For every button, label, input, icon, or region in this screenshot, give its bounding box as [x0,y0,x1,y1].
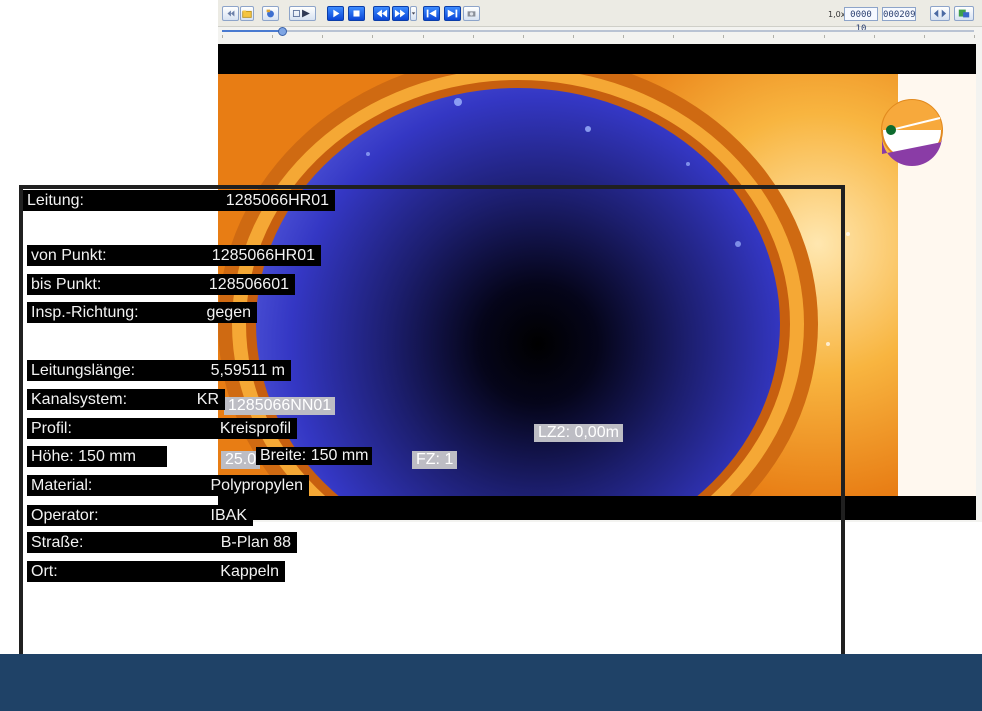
seek-bar[interactable] [222,27,975,38]
leitungslaenge-value: 5,59511 m [183,360,291,381]
seek-tick [873,35,875,38]
profil-value: Kreisprofil [187,418,297,439]
play-icon[interactable] [327,6,344,21]
fast-forward-icon[interactable] [392,6,409,21]
info-row-bis-punkt: bis Punkt: 128506601 [27,274,295,295]
strasse-value: B-Plan 88 [177,532,297,553]
leitung-label: Leitung: [23,190,179,211]
seek-tick [623,35,625,38]
material-label: Material: [27,475,187,496]
info-row-profil: Profil: Kreisprofil [27,418,297,439]
seek-tick [222,35,223,38]
rewind-icon[interactable] [222,6,239,21]
info-row-strasse: Straße: B-Plan 88 [27,532,297,553]
stop-icon[interactable] [348,6,365,21]
snapshot-icon[interactable] [463,6,480,21]
kanalsystem-value: KR [183,389,225,410]
skip-start-icon[interactable] [423,6,440,21]
leitung-value: 1285066HR01 [179,190,335,211]
seek-tick [773,35,775,38]
info-row-leitung: Leitung: 1285066HR01 [23,190,335,211]
strasse-label: Straße: [27,532,177,553]
info-row-insp-richtung: Insp.-Richtung: gegen [27,302,257,323]
record-mode-icon[interactable] [289,6,316,21]
profil-label: Profil: [27,418,187,439]
skip-end-icon[interactable] [444,6,461,21]
info-row-leitungslaenge: Leitungslänge: 5,59511 m [27,360,291,381]
operator-value: IBAK [187,505,253,526]
von-punkt-label: von Punkt: [27,245,177,266]
seek-tick [974,35,975,38]
footer-band [0,654,982,711]
info-row-ort: Ort: Kappeln [27,561,285,582]
seek-handle[interactable] [278,27,288,36]
player-toolbar: 1,0x 0000 10 000209 [218,0,982,34]
seek-tick [673,35,675,38]
info-row-kanalsystem: Kanalsystem: KR [27,389,225,410]
bis-punkt-label: bis Punkt: [27,274,177,295]
seek-tick [572,35,574,38]
seek-tick [522,35,524,38]
insp-richtung-value: gegen [187,302,257,323]
info-row-operator: Operator: IBAK [27,505,253,526]
camera-icon[interactable] [262,6,279,21]
leitungslaenge-label: Leitungslänge: [27,360,183,381]
playback-speed: 1,0x [828,10,846,19]
seek-tick [422,35,424,38]
seek-tick [322,35,324,38]
von-punkt-value: 1285066HR01 [177,245,321,266]
ort-value: Kappeln [201,561,285,582]
folder-icon[interactable] [240,6,254,21]
operator-label: Operator: [27,505,187,526]
bis-punkt-value: 128506601 [177,274,295,295]
export-icon[interactable] [954,6,974,21]
speed-dropdown-icon[interactable] [410,6,417,21]
frame-counter-b: 000209 [882,7,916,21]
seek-tick [923,35,925,38]
seek-tick [472,35,474,38]
material-value: Polypropylen [187,475,309,496]
kanalsystem-label: Kanalsystem: [27,389,183,410]
hoehe-label: Höhe: 150 mm [27,446,167,467]
seek-tick [723,35,725,38]
info-row-hoehe: Höhe: 150 mm [27,446,167,467]
zoom-icon[interactable] [930,6,950,21]
info-row-von-punkt: von Punkt: 1285066HR01 [27,245,321,266]
frame-counter-a: 0000 10 [844,7,878,34]
insp-richtung-label: Insp.-Richtung: [27,302,187,323]
seek-tick [272,35,274,38]
seek-tick [823,35,825,38]
fast-rewind-icon[interactable] [373,6,390,21]
seek-tick [372,35,374,38]
compass-icon [881,99,943,166]
ort-label: Ort: [27,561,201,582]
info-row-material: Material: Polypropylen [27,475,309,496]
